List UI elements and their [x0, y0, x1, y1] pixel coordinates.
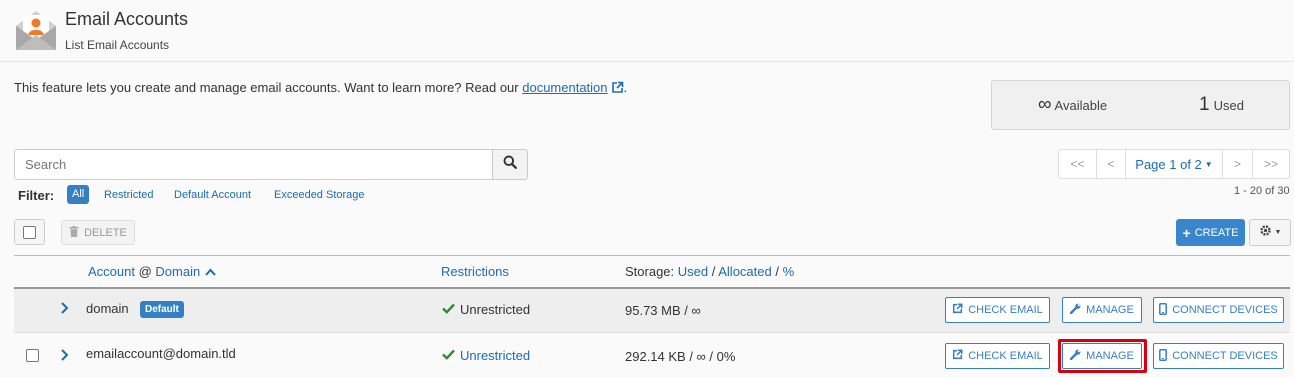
- filter-exceeded-storage[interactable]: Exceeded Storage: [274, 189, 365, 201]
- manage-highlight-box: [1058, 339, 1147, 373]
- plus-icon: +: [1182, 224, 1191, 241]
- wrench-icon: [1069, 303, 1081, 317]
- default-badge: Default: [140, 301, 184, 318]
- intro-period: .: [623, 80, 628, 95]
- mobile-icon: [1159, 348, 1168, 364]
- search-button[interactable]: [492, 149, 528, 180]
- account-name: domain: [86, 301, 129, 316]
- caret-down-icon: ▼: [1274, 229, 1282, 236]
- sort-ascending-icon: [205, 264, 216, 279]
- external-link-icon: [952, 349, 963, 363]
- last-page-button[interactable]: >>: [1252, 149, 1290, 179]
- storage-value: 292.14 KB / ∞ / 0%: [625, 349, 736, 364]
- check-email-button[interactable]: CHECK EMAIL: [945, 343, 1050, 369]
- manage-label: MANAGE: [1086, 304, 1134, 316]
- caret-down-icon: ▼: [1204, 159, 1213, 169]
- page-title: Email Accounts: [65, 9, 189, 29]
- connect-devices-button[interactable]: CONNECT DEVICES: [1153, 343, 1284, 369]
- trash-icon: [69, 225, 79, 240]
- documentation-link[interactable]: documentation: [522, 80, 607, 95]
- filter-restricted[interactable]: Restricted: [104, 189, 154, 201]
- stat-available: ∞ Available: [1038, 94, 1107, 116]
- filter-label: Filter:: [18, 188, 55, 203]
- create-button[interactable]: + CREATE: [1176, 219, 1245, 246]
- search-input[interactable]: [14, 149, 493, 180]
- restriction-label: Unrestricted: [460, 302, 531, 317]
- restrictions-column-header[interactable]: Restrictions: [441, 264, 509, 279]
- check-email-button[interactable]: CHECK EMAIL: [945, 297, 1050, 323]
- storage-separator: /: [708, 264, 719, 279]
- sort-allocated-link[interactable]: Allocated: [718, 264, 771, 279]
- settings-dropdown-button[interactable]: ▼: [1249, 219, 1291, 246]
- intro-sentence: This feature lets you create and manage …: [14, 80, 523, 95]
- check-icon: [442, 302, 455, 317]
- restriction-status: Unrestricted: [442, 302, 530, 317]
- account-column-header[interactable]: Account: [88, 264, 135, 279]
- delete-label: DELETE: [84, 226, 127, 239]
- next-page-button[interactable]: >: [1222, 149, 1253, 179]
- prev-page-button[interactable]: <: [1096, 149, 1126, 179]
- account-stats-box: ∞ Available 1 Used: [991, 80, 1290, 130]
- connect-devices-label: CONNECT DEVICES: [1172, 350, 1278, 362]
- manage-button[interactable]: MANAGE: [1062, 297, 1142, 323]
- used-value: 1: [1199, 94, 1210, 115]
- available-value: ∞: [1038, 94, 1052, 115]
- select-all-button[interactable]: [14, 219, 45, 245]
- intro-text: This feature lets you create and manage …: [14, 80, 627, 97]
- connect-devices-label: CONNECT DEVICES: [1172, 304, 1278, 316]
- page-select-dropdown[interactable]: Page 1 of 2 ▼: [1125, 149, 1223, 179]
- expand-row-icon[interactable]: [60, 348, 69, 367]
- restriction-status: Unrestricted: [442, 348, 530, 363]
- storage-column-header: Storage: Used / Allocated / %: [625, 264, 794, 279]
- check-email-label: CHECK EMAIL: [968, 304, 1043, 316]
- account-name: emailaccount@domain.tld: [86, 346, 236, 361]
- delete-button[interactable]: DELETE: [61, 220, 135, 245]
- check-icon: [442, 348, 455, 363]
- filter-all[interactable]: All: [67, 185, 90, 204]
- storage-value: 95.73 MB / ∞: [625, 303, 701, 318]
- email-accounts-icon: [14, 8, 58, 52]
- available-label: Available: [1054, 98, 1108, 113]
- row-select-checkbox[interactable]: [26, 349, 39, 362]
- gear-icon: [1259, 224, 1272, 242]
- used-label: Used: [1213, 98, 1244, 113]
- domain-column-header[interactable]: Domain: [155, 264, 200, 279]
- restriction-link[interactable]: Unrestricted: [460, 348, 530, 363]
- stat-used: 1 Used: [1199, 94, 1244, 116]
- page-label: Page 1 of 2: [1135, 156, 1202, 172]
- table-row: domain Default Unrestricted 95.73 MB / ∞…: [14, 289, 1290, 333]
- pagination-count: 1 - 20 of 30: [1234, 185, 1290, 197]
- header-divider: [0, 61, 1294, 62]
- table-top-border: [14, 255, 1290, 256]
- external-link-icon: [952, 303, 963, 317]
- mobile-icon: [1159, 302, 1168, 318]
- sort-used-link[interactable]: Used: [678, 264, 708, 279]
- expand-row-icon[interactable]: [60, 301, 69, 320]
- filter-default-account[interactable]: Default Account: [174, 189, 251, 201]
- sort-percent-link[interactable]: %: [783, 264, 795, 279]
- account-domain-header[interactable]: Account @ Domain: [88, 264, 216, 279]
- storage-prefix: Storage:: [625, 264, 678, 279]
- storage-separator: /: [771, 264, 783, 279]
- page-subtitle: List Email Accounts: [65, 38, 170, 52]
- header-at-separator: @: [134, 264, 156, 279]
- first-page-button[interactable]: <<: [1058, 149, 1097, 179]
- connect-devices-button[interactable]: CONNECT DEVICES: [1153, 297, 1284, 323]
- external-link-icon: [611, 81, 624, 97]
- create-label: CREATE: [1194, 226, 1239, 239]
- search-icon: [503, 155, 517, 174]
- check-email-label: CHECK EMAIL: [968, 350, 1043, 362]
- select-all-checkbox[interactable]: [23, 225, 36, 239]
